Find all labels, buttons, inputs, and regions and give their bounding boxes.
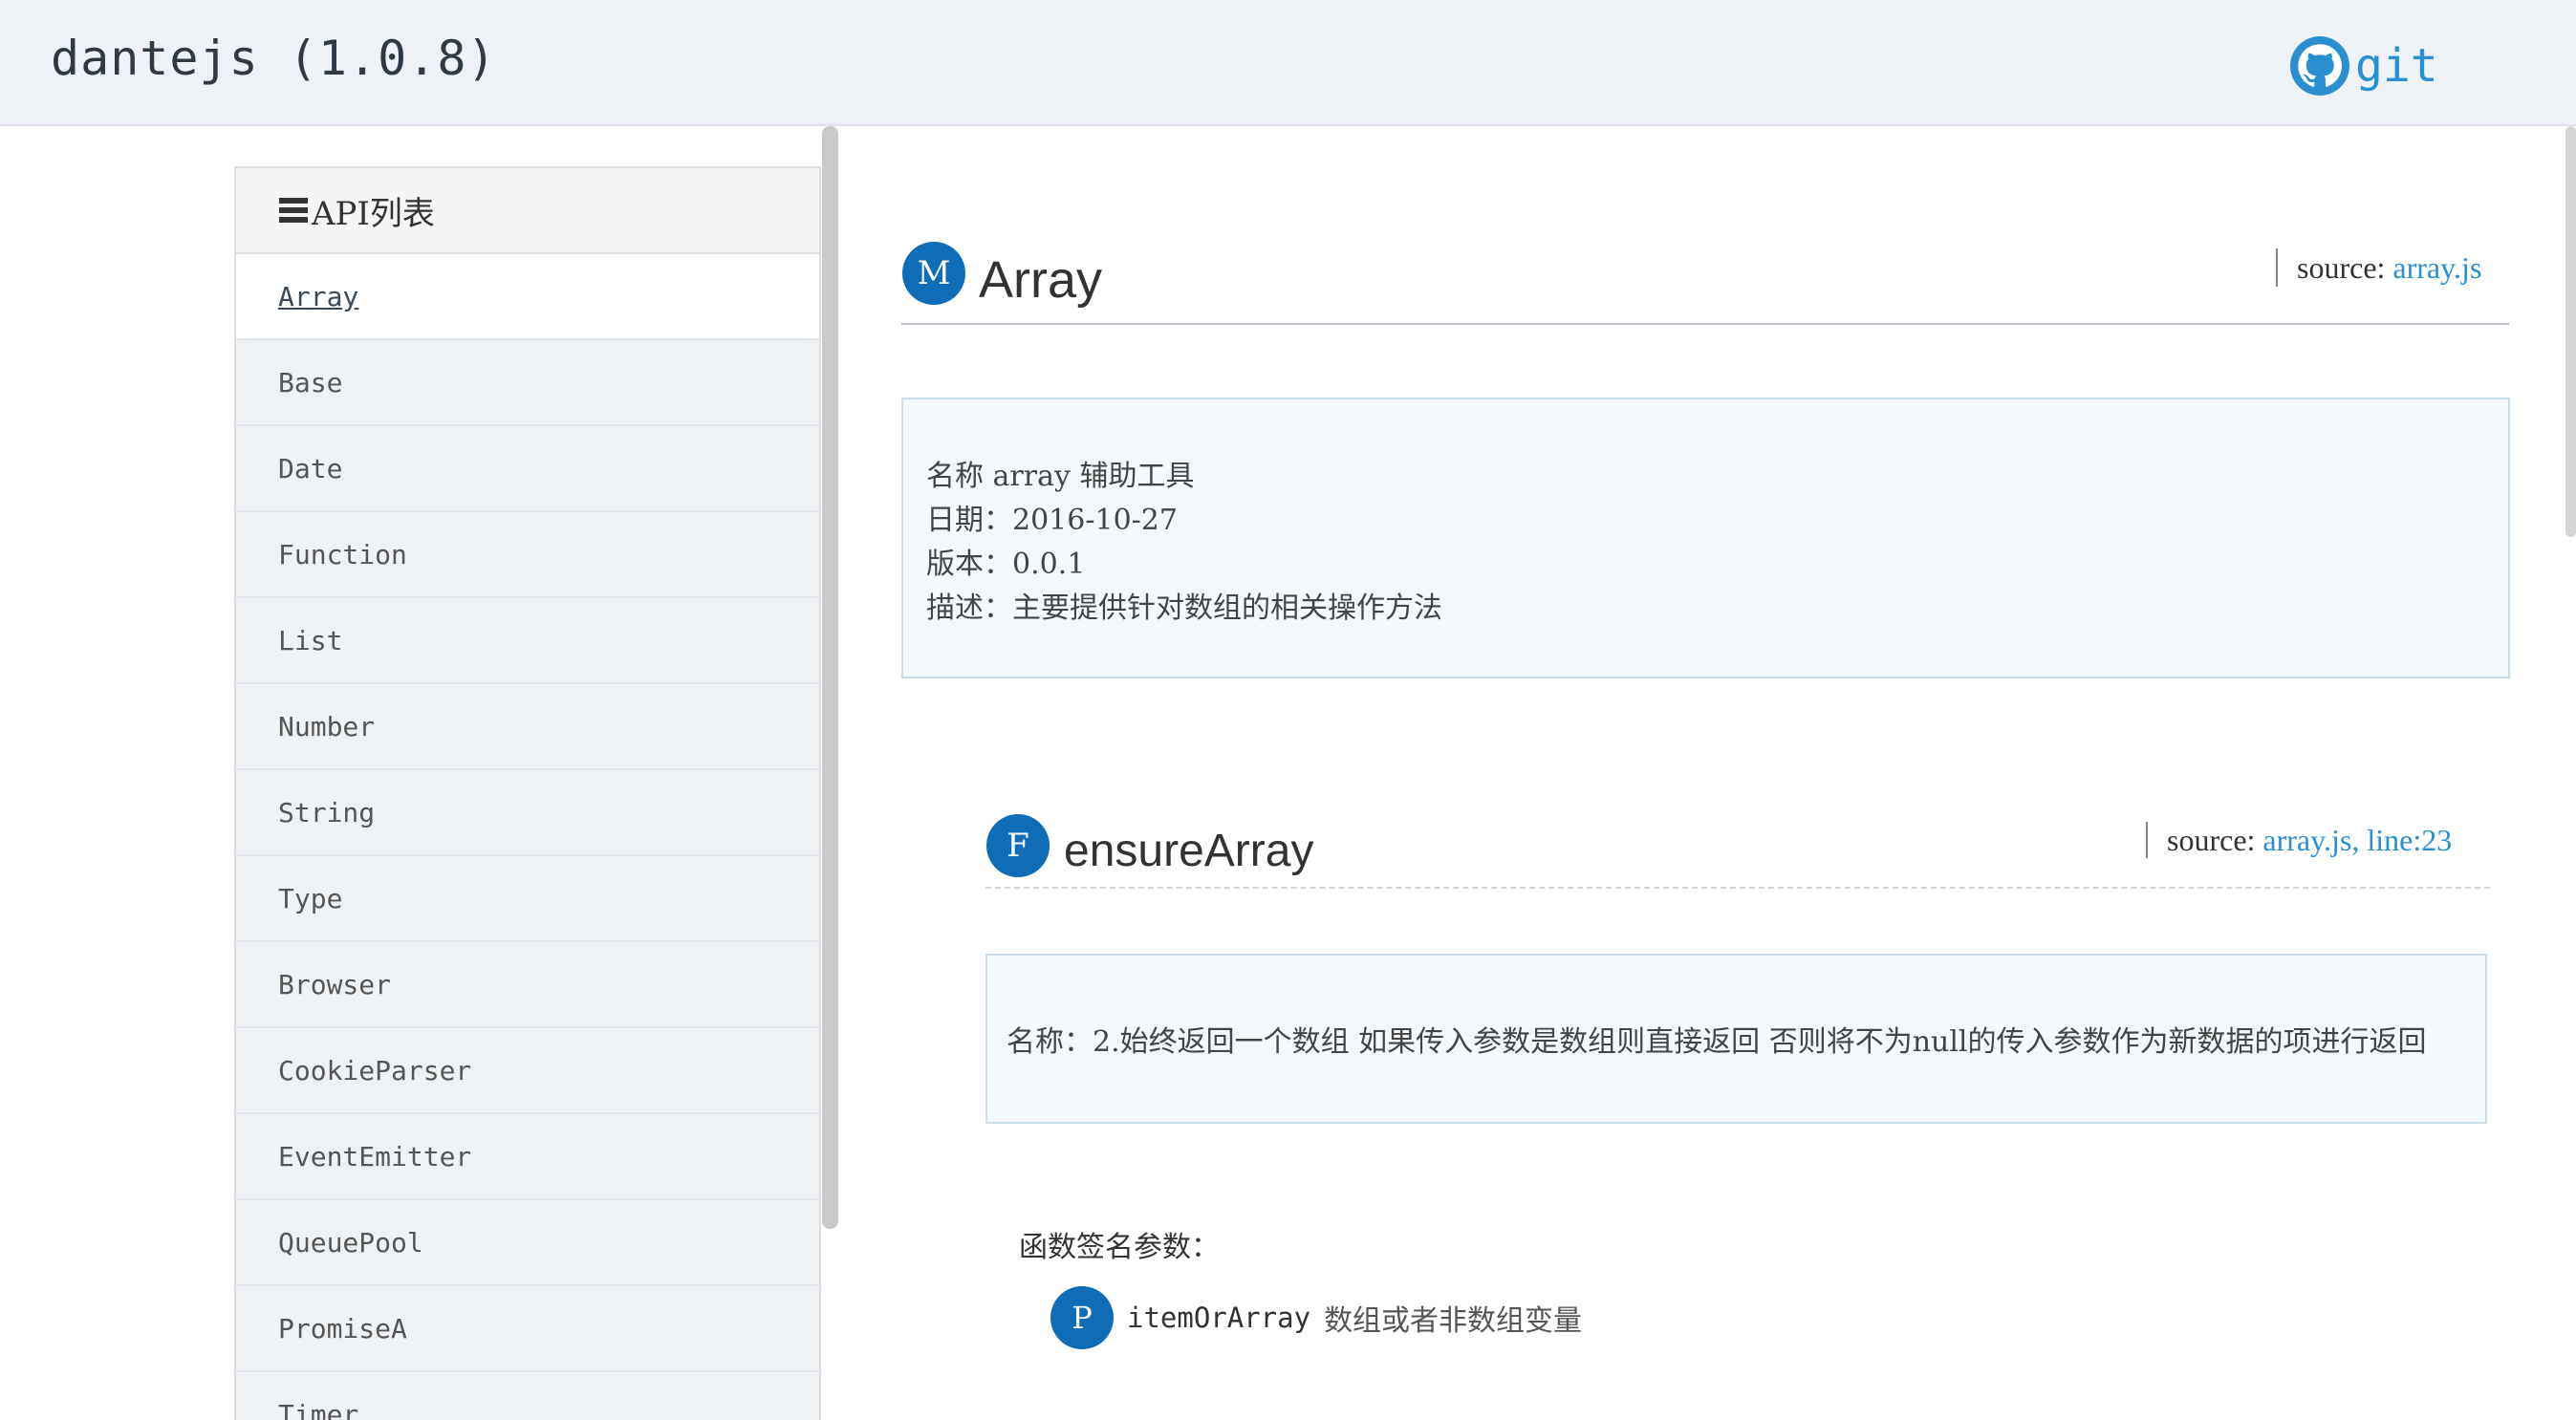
param-row: P itemOrArray 数组或者非数组变量 [1050, 1286, 1582, 1349]
git-link[interactable]: git [2290, 36, 2438, 96]
module-divider [901, 323, 2509, 325]
signature-label: 函数签名参数： [1019, 1231, 1220, 1264]
function-source-label: source: [2167, 823, 2256, 857]
api-sidebar: API列表 Array Base Date Function List Numb… [234, 166, 821, 1420]
brand-title[interactable]: dantejs (1.0.8) [51, 31, 497, 86]
param-badge: P [1050, 1286, 1114, 1349]
function-title: ensureArray [1064, 826, 1314, 876]
git-label: git [2355, 39, 2438, 93]
function-source-link[interactable]: array.js, line:23 [2262, 823, 2452, 857]
sidebar-item-string[interactable]: String [236, 770, 819, 856]
function-badge: F [986, 814, 1050, 877]
sidebar-item-list[interactable]: List [236, 598, 819, 684]
module-info-name: 名称 array 辅助工具 [926, 460, 1195, 493]
top-navbar: dantejs (1.0.8) git [0, 0, 2576, 126]
sidebar-item-browser[interactable]: Browser [236, 942, 819, 1028]
page-scrollbar[interactable] [2565, 126, 2576, 537]
sidebar-heading-label: API列表 [312, 194, 435, 233]
module-title: Array [979, 251, 1103, 309]
sidebar-scrollbar[interactable] [822, 126, 838, 1229]
sidebar-item-eventemitter[interactable]: EventEmitter [236, 1114, 819, 1200]
function-divider [985, 887, 2490, 889]
sidebar-item-number[interactable]: Number [236, 684, 819, 770]
github-icon [2290, 36, 2349, 96]
module-info-date: 日期：2016-10-27 [926, 504, 1178, 537]
sidebar-item-timer[interactable]: Timer [236, 1372, 819, 1420]
module-source-link[interactable]: array.js [2392, 250, 2481, 285]
module-info-version: 版本：0.0.1 [926, 548, 1086, 581]
sidebar-item-promisea[interactable]: PromiseA [236, 1286, 819, 1372]
param-description: 数组或者非数组变量 [1324, 1304, 1583, 1338]
list-icon [279, 194, 308, 226]
module-badge: M [902, 242, 965, 305]
param-name: itemOrArray [1127, 1302, 1311, 1334]
sidebar-item-function[interactable]: Function [236, 512, 819, 598]
sidebar-item-array[interactable]: Array [236, 254, 819, 340]
sidebar-item-base[interactable]: Base [236, 340, 819, 426]
sidebar-item-date[interactable]: Date [236, 426, 819, 512]
sidebar-heading: API列表 [236, 166, 819, 254]
sidebar-item-queuepool[interactable]: QueuePool [236, 1200, 819, 1286]
sidebar-item-cookieparser[interactable]: CookieParser [236, 1028, 819, 1114]
function-description-box: 名称：2.始终返回一个数组 如果传入参数是数组则直接返回 否则将不为null的传… [985, 954, 2487, 1124]
sidebar-item-type[interactable]: Type [236, 856, 819, 942]
module-source: source: array.js [2276, 248, 2481, 287]
module-info-description: 描述：主要提供针对数组的相关操作方法 [926, 592, 1442, 625]
module-info-box: 名称 array 辅助工具 日期：2016-10-27 版本：0.0.1 描述：… [901, 398, 2510, 678]
function-description: 名称：2.始终返回一个数组 如果传入参数是数组则直接返回 否则将不为null的传… [1007, 1025, 2427, 1059]
module-source-label: source: [2297, 250, 2386, 285]
function-source: source: array.js, line:23 [2146, 822, 2452, 858]
